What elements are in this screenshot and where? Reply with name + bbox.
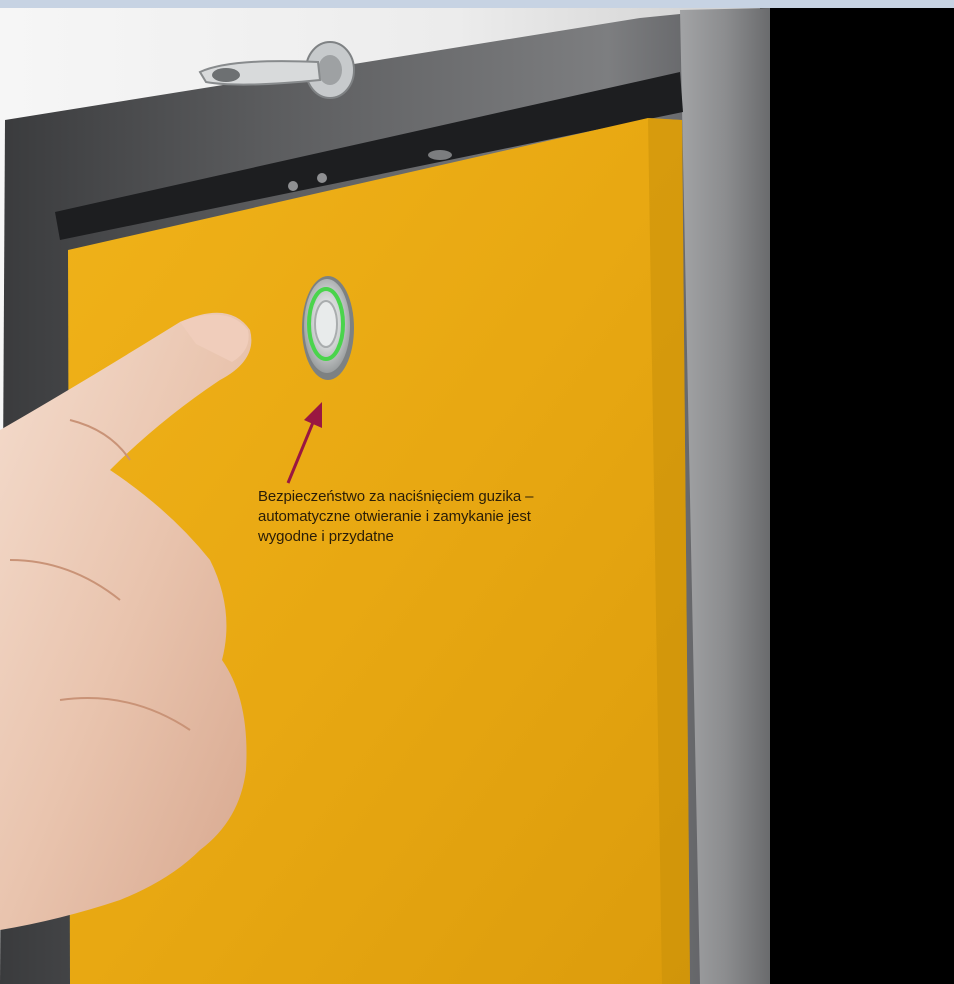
caption: Bezpieczeństwo za naciśnięciem guzika – … bbox=[258, 487, 618, 547]
caption-line-2: automatyczne otwieranie i zamykanie jest bbox=[258, 508, 531, 525]
bolt-1 bbox=[288, 181, 298, 191]
bolt-2 bbox=[317, 173, 327, 183]
latch-pin bbox=[428, 150, 452, 160]
cabinet-photo: Bezpieczeństwo za naciśnięciem guzika – … bbox=[0, 0, 954, 984]
push-button-icon[interactable] bbox=[302, 276, 354, 380]
caption-line-1: Bezpieczeństwo za naciśnięciem guzika – bbox=[258, 488, 534, 505]
caption-line-3: wygodne i przydatne bbox=[258, 528, 394, 545]
right-shadow bbox=[770, 8, 954, 984]
top-edge-strip bbox=[0, 0, 954, 8]
